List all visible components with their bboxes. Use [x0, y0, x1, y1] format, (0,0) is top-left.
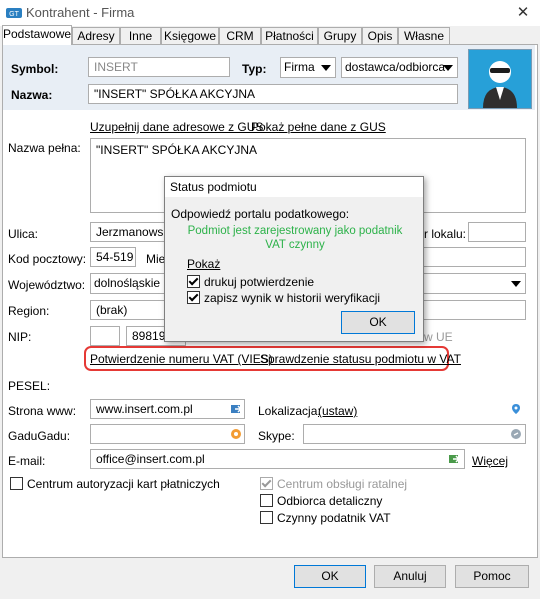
chevron-down-icon [443, 65, 453, 71]
gus-fill-link[interactable]: Uzupełnij dane adresowe z GUS [90, 120, 263, 134]
gus-show-link[interactable]: Pokaż pełne dane z GUS [251, 120, 386, 134]
tab-adresy[interactable]: Adresy [72, 27, 120, 45]
ustaw-link[interactable]: (ustaw) [318, 404, 357, 418]
centrum-kart-checkbox[interactable] [10, 477, 23, 490]
ulica-input[interactable]: Jerzmanowska [90, 222, 170, 242]
gg-label: GaduGadu: [8, 429, 71, 443]
dialog-pokaz-label: Pokaż [187, 257, 221, 271]
gg-input[interactable] [90, 424, 245, 444]
pesel-label: PESEL: [8, 379, 51, 393]
typ-select[interactable]: Firma [280, 57, 336, 78]
typ-label: Typ: [242, 62, 267, 76]
tab-inne[interactable]: Inne [120, 27, 161, 45]
skype-label: Skype: [258, 429, 295, 443]
dialog-response-label: Odpowiedź portalu podatkowego: [171, 207, 350, 221]
nazwa-input[interactable]: "INSERT" SPÓŁKA AKCYJNA [88, 84, 458, 104]
kod-label: Kod pocztowy: [8, 252, 87, 266]
tab-opis[interactable]: Opis [362, 27, 398, 45]
skype-input[interactable] [303, 424, 526, 444]
open-link-icon[interactable] [230, 403, 242, 415]
symbol-input[interactable]: INSERT [88, 57, 230, 77]
dialog-ok-button[interactable]: OK [341, 311, 415, 334]
save-history-label: zapisz wynik w historii weryfikacji [204, 291, 381, 305]
lokalizacja-label: Lokalizacja: [258, 404, 321, 418]
tab-grupy[interactable]: Grupy [318, 27, 362, 45]
window-title: Kontrahent - Firma [26, 5, 135, 20]
czynny-vat-checkbox[interactable] [260, 511, 273, 524]
help-button[interactable]: Pomoc [455, 565, 529, 588]
dialog-response-text: Podmiot jest zarejestrowany jako podatni… [187, 225, 403, 251]
avatar [468, 49, 532, 109]
tab-wlasne[interactable]: Własne [398, 27, 450, 45]
lokal-label: r lokalu: [424, 227, 467, 241]
nip-label: NIP: [8, 330, 32, 344]
vies-link[interactable]: Potwierdzenie numeru VAT (VIES) [90, 352, 273, 366]
dialog-title: Status podmiotu [165, 177, 423, 197]
send-email-icon[interactable] [448, 453, 460, 465]
vat-status-link[interactable]: Sprawdzenie statusu podmiotu w VAT [260, 352, 461, 366]
czynny-vat-label: Czynny podatnik VAT [277, 511, 391, 525]
woj-select-value: dolnośląskie [94, 276, 161, 290]
ulica-label: Ulica: [8, 227, 39, 241]
typ-select-value: Firma [284, 60, 315, 74]
email-input[interactable]: office@insert.com.pl [90, 449, 465, 469]
centrum-kart-label: Centrum autoryzacji kart płatniczych [27, 477, 220, 491]
tab-ksiegowe[interactable]: Księgowe [161, 27, 219, 45]
tab-crm[interactable]: CRM [219, 27, 261, 45]
chevron-down-icon [511, 281, 521, 287]
tab-podstawowe[interactable]: Podstawowe [2, 25, 72, 45]
save-history-checkbox[interactable] [187, 291, 200, 304]
wiecej-link[interactable]: Więcej [472, 454, 508, 468]
user-avatar-icon [483, 61, 517, 108]
centrum-ratalne-label: Centrum obsługi ratalnej [277, 477, 408, 491]
status-dialog: Status podmiotu Odpowiedź portalu podatk… [164, 176, 424, 342]
lokal-input[interactable] [468, 222, 526, 242]
miejscowosc-input[interactable] [420, 247, 526, 267]
centrum-ratalne-checkbox[interactable] [260, 477, 273, 490]
woj-label: Województwo: [8, 278, 86, 292]
chevron-down-icon [321, 65, 331, 71]
nip-prefix-input[interactable] [90, 326, 120, 346]
cancel-button[interactable]: Anuluj [374, 565, 446, 588]
close-icon[interactable]: ✕ [514, 4, 532, 22]
ok-button[interactable]: OK [294, 565, 366, 588]
www-input[interactable]: www.insert.com.pl [90, 399, 245, 419]
nazwa-pelna-label: Nazwa pełna: [8, 141, 81, 155]
skype-icon[interactable] [510, 428, 522, 440]
www-label: Strona www: [8, 404, 77, 418]
print-confirmation-checkbox[interactable] [187, 275, 200, 288]
gadugadu-icon[interactable] [230, 428, 242, 440]
kod-input[interactable]: 54-519 [90, 247, 136, 267]
odbiorca-label: Odbiorca detaliczny [277, 494, 383, 508]
ue-label: w UE [424, 330, 453, 344]
svg-text:GT: GT [9, 11, 19, 18]
symbol-label: Symbol: [11, 62, 59, 76]
typ2-select[interactable]: dostawca/odbiorca [341, 57, 458, 78]
location-pin-icon[interactable] [510, 403, 522, 415]
app-icon: GT [6, 8, 22, 18]
tab-platnosci[interactable]: Płatności [261, 27, 318, 45]
region-label: Region: [8, 304, 50, 318]
print-confirmation-label: drukuj potwierdzenie [204, 275, 315, 289]
nazwa-label: Nazwa: [11, 88, 53, 102]
typ2-select-value: dostawca/odbiorca [345, 60, 446, 74]
email-label: E-mail: [8, 454, 46, 468]
odbiorca-checkbox[interactable] [260, 494, 273, 507]
